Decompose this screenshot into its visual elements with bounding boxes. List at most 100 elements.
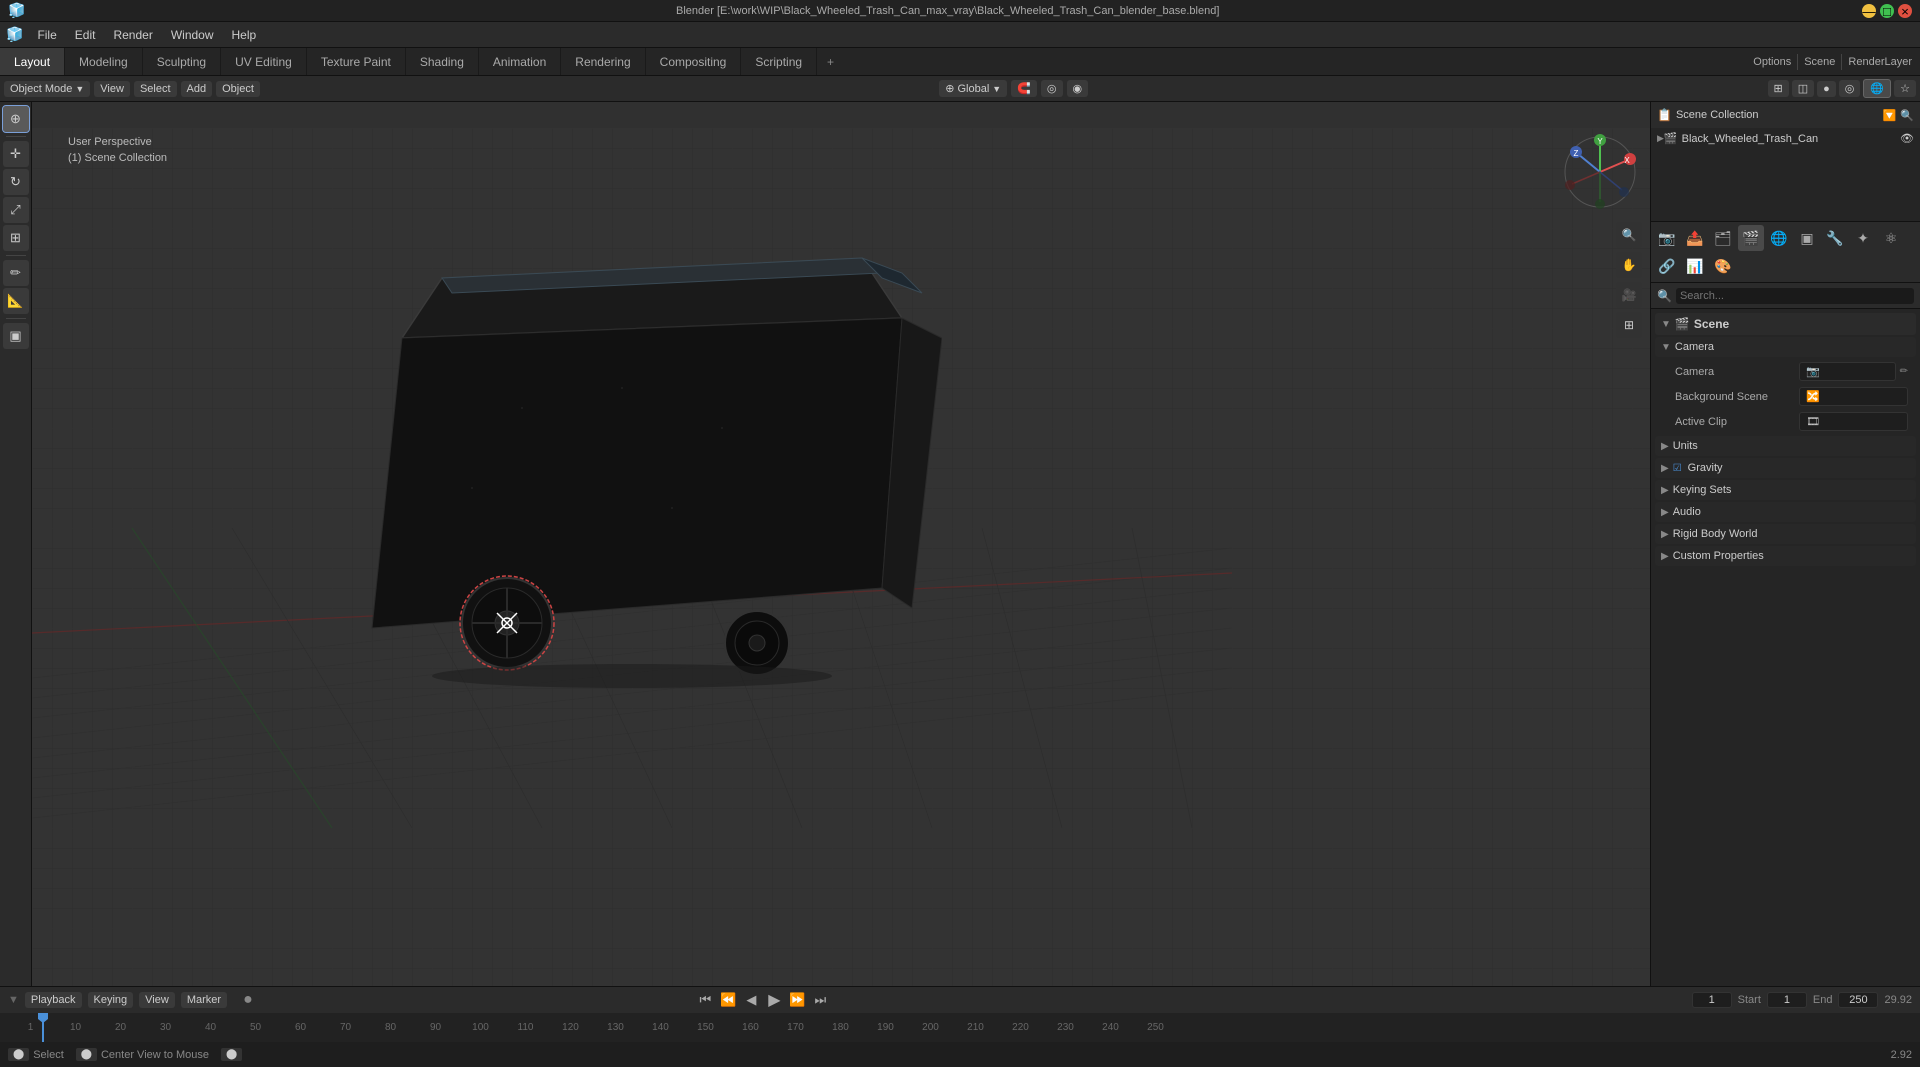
outliner-visibility-icon[interactable]: 👁 xyxy=(1900,132,1914,145)
viewport-shading-render[interactable]: 🌐 xyxy=(1863,79,1891,98)
view-menu[interactable]: View xyxy=(94,81,130,97)
orthographic-btn[interactable]: ⊞ xyxy=(1616,312,1642,338)
viewport-shading-material[interactable]: ◎ xyxy=(1839,80,1861,97)
prop-tab-modifier[interactable]: 🔧 xyxy=(1822,225,1848,251)
object-menu[interactable]: Object xyxy=(216,81,260,97)
camera-value[interactable]: 📷 xyxy=(1799,362,1896,381)
frame-mark-70: 70 xyxy=(323,1022,368,1033)
blender-logo: 🧊 xyxy=(6,26,23,43)
menu-help[interactable]: Help xyxy=(224,26,265,44)
rigid-body-header[interactable]: ▶ Rigid Body World xyxy=(1655,524,1916,544)
menu-window[interactable]: Window xyxy=(163,26,222,44)
custom-props-header[interactable]: ▶ Custom Properties xyxy=(1655,546,1916,566)
tab-modeling[interactable]: Modeling xyxy=(65,48,143,75)
minimize-button[interactable]: — xyxy=(1862,4,1876,18)
maximize-button[interactable]: □ xyxy=(1880,4,1894,18)
prop-tab-data[interactable]: 📊 xyxy=(1682,253,1708,279)
tab-shading[interactable]: Shading xyxy=(406,48,479,75)
mode-selector[interactable]: Object Mode ▼ xyxy=(4,81,90,97)
search-input[interactable] xyxy=(1676,288,1914,304)
keying-sets-header[interactable]: ▶ Keying Sets xyxy=(1655,480,1916,500)
tab-uv-editing[interactable]: UV Editing xyxy=(221,48,307,75)
menu-render[interactable]: Render xyxy=(105,26,160,44)
rotate-tool[interactable]: ↻ xyxy=(3,169,29,195)
units-header[interactable]: ▶ Units xyxy=(1655,436,1916,456)
scene-dropdown[interactable]: Scene xyxy=(1804,56,1835,68)
menu-file[interactable]: File xyxy=(29,26,64,44)
prop-tab-view-layer[interactable]: 🗂 xyxy=(1710,225,1736,251)
viewport-shading-solid[interactable]: ● xyxy=(1817,81,1836,97)
pan-btn[interactable]: ✋ xyxy=(1616,252,1642,278)
menu-edit[interactable]: Edit xyxy=(67,26,104,44)
outliner-filter-icon[interactable]: 🔽 xyxy=(1883,109,1897,122)
prop-tab-output[interactable]: 📤 xyxy=(1682,225,1708,251)
tab-texture-paint[interactable]: Texture Paint xyxy=(307,48,406,75)
playback-btn[interactable]: Playback xyxy=(25,992,82,1008)
audio-header[interactable]: ▶ Audio xyxy=(1655,502,1916,522)
xray-btn[interactable]: ◫ xyxy=(1792,80,1814,97)
tab-layout[interactable]: Layout xyxy=(0,48,65,75)
cursor-tool[interactable]: ⊕ xyxy=(3,106,29,132)
prop-tab-physics[interactable]: ⚛ xyxy=(1878,225,1904,251)
measure-tool[interactable]: 📐 xyxy=(3,288,29,314)
current-frame-input[interactable]: 1 xyxy=(1692,992,1732,1008)
next-keyframe-btn[interactable]: ⏩ xyxy=(787,990,807,1010)
renderlayer-dropdown[interactable]: RenderLayer xyxy=(1848,56,1912,68)
tab-rendering[interactable]: Rendering xyxy=(561,48,645,75)
options-button[interactable]: Options xyxy=(1753,56,1791,68)
transform-tool[interactable]: ⊞ xyxy=(3,225,29,251)
timeline-collapse[interactable]: ▼ xyxy=(8,994,19,1006)
tab-add[interactable]: + xyxy=(817,48,844,75)
viewport[interactable]: User Perspective (1) Scene Collection X … xyxy=(32,102,1650,986)
play-reverse-btn[interactable]: ◀ xyxy=(741,990,761,1010)
end-frame-input[interactable]: 250 xyxy=(1838,992,1878,1008)
camera-view-btn[interactable]: 🎥 xyxy=(1616,282,1642,308)
frame-mark-130: 130 xyxy=(593,1022,638,1033)
select-menu[interactable]: Select xyxy=(134,81,177,97)
snap-button[interactable]: 🧲 xyxy=(1011,80,1037,97)
prop-tab-object[interactable]: ▣ xyxy=(1794,225,1820,251)
jump-end-btn[interactable]: ⏭ xyxy=(810,990,830,1010)
bg-scene-value[interactable]: 🔀 xyxy=(1799,387,1908,406)
prop-tab-material[interactable]: 🎨 xyxy=(1710,253,1736,279)
close-button[interactable]: × xyxy=(1898,4,1912,18)
navigation-gizmo[interactable]: X Y Z xyxy=(1560,132,1640,212)
prop-tab-world[interactable]: 🌐 xyxy=(1766,225,1792,251)
transform-pivot[interactable]: ◉ xyxy=(1067,80,1089,97)
tab-compositing[interactable]: Compositing xyxy=(646,48,742,75)
scene-sub-header[interactable]: ▼ Camera xyxy=(1655,337,1916,357)
outliner-search-icon[interactable]: 🔍 xyxy=(1900,109,1914,122)
prop-tab-constraints[interactable]: 🔗 xyxy=(1654,253,1680,279)
prop-tab-render[interactable]: 📷 xyxy=(1654,225,1680,251)
overlay-btn[interactable]: ⊞ xyxy=(1768,80,1789,97)
transform-orientation[interactable]: ⊕ Global ▼ xyxy=(939,80,1007,97)
prop-tab-scene[interactable]: 🎬 xyxy=(1738,225,1764,251)
proportional-edit[interactable]: ◎ xyxy=(1041,80,1063,97)
tab-scripting[interactable]: Scripting xyxy=(741,48,817,75)
outliner-scene-item[interactable]: ▶ 🎬 Black_Wheeled_Trash_Can 👁 xyxy=(1651,130,1920,147)
scale-tool[interactable]: ⤢ xyxy=(3,197,29,223)
marker-btn[interactable]: Marker xyxy=(181,992,227,1008)
tab-sculpting[interactable]: Sculpting xyxy=(143,48,221,75)
jump-start-btn[interactable]: ⏮ xyxy=(695,990,715,1010)
timeline-ruler[interactable]: 1 10 20 30 40 50 60 70 80 90 100 110 120… xyxy=(0,1013,1920,1042)
prop-tab-particles[interactable]: ✦ xyxy=(1850,225,1876,251)
annotate-tool[interactable]: ✏ xyxy=(3,260,29,286)
add-cube-tool[interactable]: ▣ xyxy=(3,323,29,349)
camera-edit-icon[interactable]: ✏ xyxy=(1900,366,1908,377)
menubar: 🧊 File Edit Render Window Help xyxy=(0,22,1920,48)
tab-animation[interactable]: Animation xyxy=(479,48,561,75)
start-frame-input[interactable]: 1 xyxy=(1767,992,1807,1008)
play-btn[interactable]: ▶ xyxy=(764,990,784,1010)
keying-btn[interactable]: Keying xyxy=(88,992,134,1008)
move-tool[interactable]: ✛ xyxy=(3,141,29,167)
add-menu[interactable]: Add xyxy=(181,81,213,97)
zoom-in-btn[interactable]: 🔍 xyxy=(1616,222,1642,248)
timeline-view-btn[interactable]: View xyxy=(139,992,175,1008)
active-clip-value[interactable]: 🎞 xyxy=(1799,412,1908,431)
gravity-checkbox[interactable]: ☑ xyxy=(1673,463,1682,474)
prev-keyframe-btn[interactable]: ⏪ xyxy=(718,990,738,1010)
viewport-shading-extra[interactable]: ☆ xyxy=(1894,80,1916,97)
scene-section-header[interactable]: ▼ 🎬 Scene xyxy=(1655,313,1916,335)
gravity-header[interactable]: ▶ ☑ Gravity xyxy=(1655,458,1916,478)
